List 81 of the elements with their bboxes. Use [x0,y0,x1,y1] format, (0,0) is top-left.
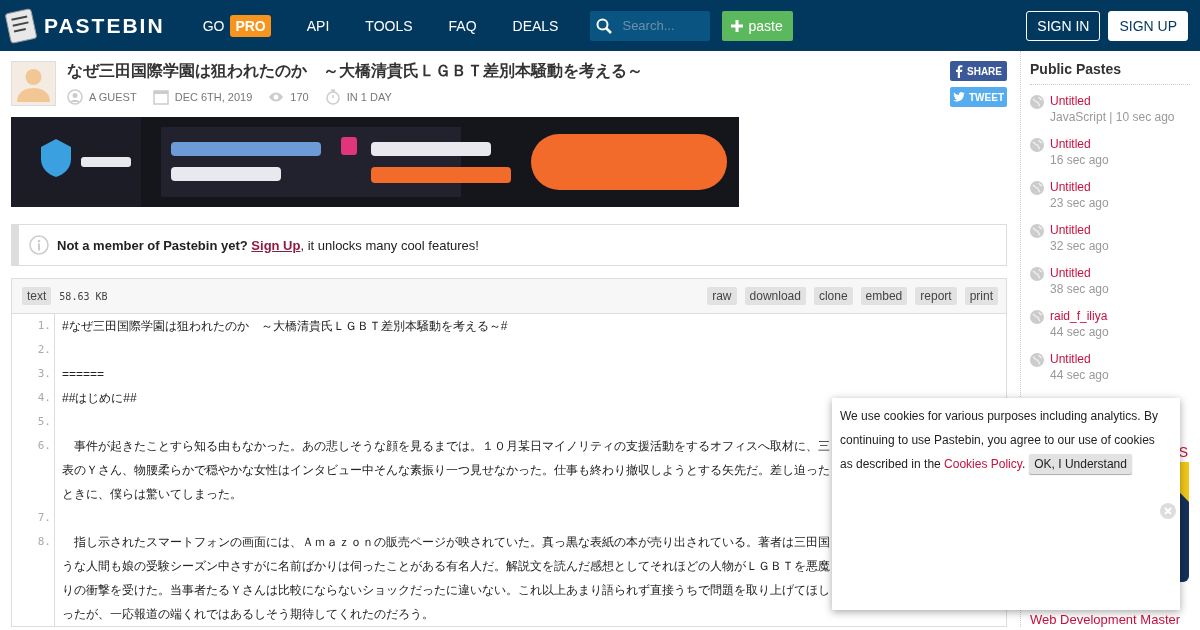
paste-meta: 32 sec ago [1050,238,1109,254]
line-number: 4. [12,386,55,410]
code-action-button[interactable]: raw [707,287,737,305]
code-line: 表のＹさん、物腰柔らかで穏やかな女性はインタビュー中そんな素振り一つ見せなかった。仕事も終わり撤収しようとする矢先だ。差し迫った [62,462,830,479]
pro-badge: PRO [230,14,271,37]
globe-icon [1030,353,1044,367]
line-number: 1. [12,314,55,338]
code-line: ったが、一応報道の端くれではあるしそう期待してくれたのだろう。 [62,606,435,623]
line-number: 6. [12,434,55,506]
paste-meta: JavaScript | 10 sec ago [1050,109,1175,125]
file-size: 58.63 KB [59,290,108,302]
code-action-button[interactable]: embed [860,287,908,305]
ad-link[interactable]: Web Development Master [1030,612,1190,627]
paste-meta: 44 sec ago [1050,367,1109,383]
paste-link[interactable]: Untitled [1050,136,1109,152]
code-line: ##はじめに## [62,390,137,407]
nav-link[interactable]: FAQ [448,17,477,34]
notice-text: Not a member of Pastebin yet? Sign Up, it unlocks many cool features! [57,237,479,253]
search-field[interactable]: Search... [590,10,711,41]
eye-icon [268,91,285,103]
globe-icon [1030,224,1044,238]
share-button[interactable]: SHARE [950,61,1007,81]
cookies-policy-link[interactable]: Cookies Policy [944,457,1022,471]
paste-link[interactable]: Untitled [1050,265,1109,281]
line-number: 8. [12,530,55,626]
sidebar-title: Public Pastes [1030,61,1190,85]
plus-icon [730,18,745,33]
code-line: りの衝撃を受けた。当事者たるＹさんは比較にならないショックだったに違いない。これ以上あまり語られず直接うちで問題を取り上げてほし [62,582,830,599]
paste-link[interactable]: Untitled [1050,93,1175,109]
ok-button[interactable]: OK, I Understand [1029,454,1132,474]
paste-meta: 23 sec ago [1050,195,1109,211]
code-line: 指し示されたスマートフォンの画面には、Ａｍａｚｏｎの販売ページが映されていた。真っ黒な表紙の本が売り出されている。著者は三田国 [73,534,830,551]
views-text: 170 [290,91,309,103]
globe-icon [1030,181,1044,195]
nav-link[interactable]: GO PRO [202,14,271,37]
date-text: DEC 6TH, 2019 [174,91,253,103]
globe-icon [1030,267,1044,281]
line-number: 7. [12,506,55,530]
paste-title: なぜ三田国際学園は狙われたのか ～大橋清貴氏ＬＧＢＴ差別本騒動を考える～ [67,61,644,81]
paste-link[interactable]: raid_f_iliya [1050,308,1109,324]
facebook-icon [955,64,963,78]
paste-meta: 44 sec ago [1050,324,1109,340]
sign-up-button[interactable]: SIGN UP [1108,10,1188,41]
line-number: 3. [12,362,55,386]
ad-heading: S [1177,444,1189,460]
code-line: 事件が起きたことすら知る由もなかった。あの悲しそうな顔を見るまでは。１０月某日マイノリティの支援活動をするオフィスへ取材に、三 [73,438,830,455]
code-line: #なぜ三田国際学園は狙われたのか ～大橋清貴氏ＬＧＢＴ差別本騒動を考える～# [62,318,508,335]
syntax-tag[interactable]: text [22,287,52,305]
paste-link[interactable]: Untitled [1050,179,1109,195]
code-action-button[interactable]: clone [813,287,853,305]
calendar-icon [152,89,169,105]
paste-meta: 16 sec ago [1050,152,1109,168]
globe-icon [1030,310,1044,324]
user-icon [67,89,83,105]
cookie-message-end: as described in the Cookies Policy. [840,457,1026,471]
code-line: うな人間も娘の受験シーズン中さすがに名前ばかりは伺ったことがある有名人だ。解説文を読んだ感想としてそれほどの人物がＬＧＢＴを悪魔 [62,558,830,575]
globe-icon [1030,138,1044,152]
timer-icon [324,89,341,105]
twitter-icon [953,92,965,102]
nav-link[interactable]: DEALS [512,17,559,34]
search-icon [596,17,613,34]
paste-link[interactable]: Untitled [1050,222,1109,238]
code-action-button[interactable]: print [964,287,998,305]
avatar [11,61,56,106]
globe-icon [1030,95,1044,109]
logo-text[interactable]: PASTEBIN [44,13,165,38]
code-line: ときに、僕らは驚いてしまった。 [62,486,243,503]
paste-meta: 38 sec ago [1050,281,1109,297]
code-action-button[interactable]: report [915,287,957,305]
paste-link[interactable]: Untitled [1050,351,1109,367]
line-number: 5. [12,410,55,434]
author-text: A GUEST [89,91,137,103]
nav-link[interactable]: TOOLS [365,17,413,34]
code-action-button[interactable]: download [744,287,806,305]
info-icon [29,235,49,255]
expiry-text: IN 1 DAY [346,91,392,103]
sign-in-button[interactable]: SIGN IN [1026,10,1101,41]
search-input[interactable]: Search... [620,17,701,34]
line-number: 2. [12,338,55,362]
code-line: ====== [62,366,105,383]
nav-link[interactable]: API [306,17,330,34]
